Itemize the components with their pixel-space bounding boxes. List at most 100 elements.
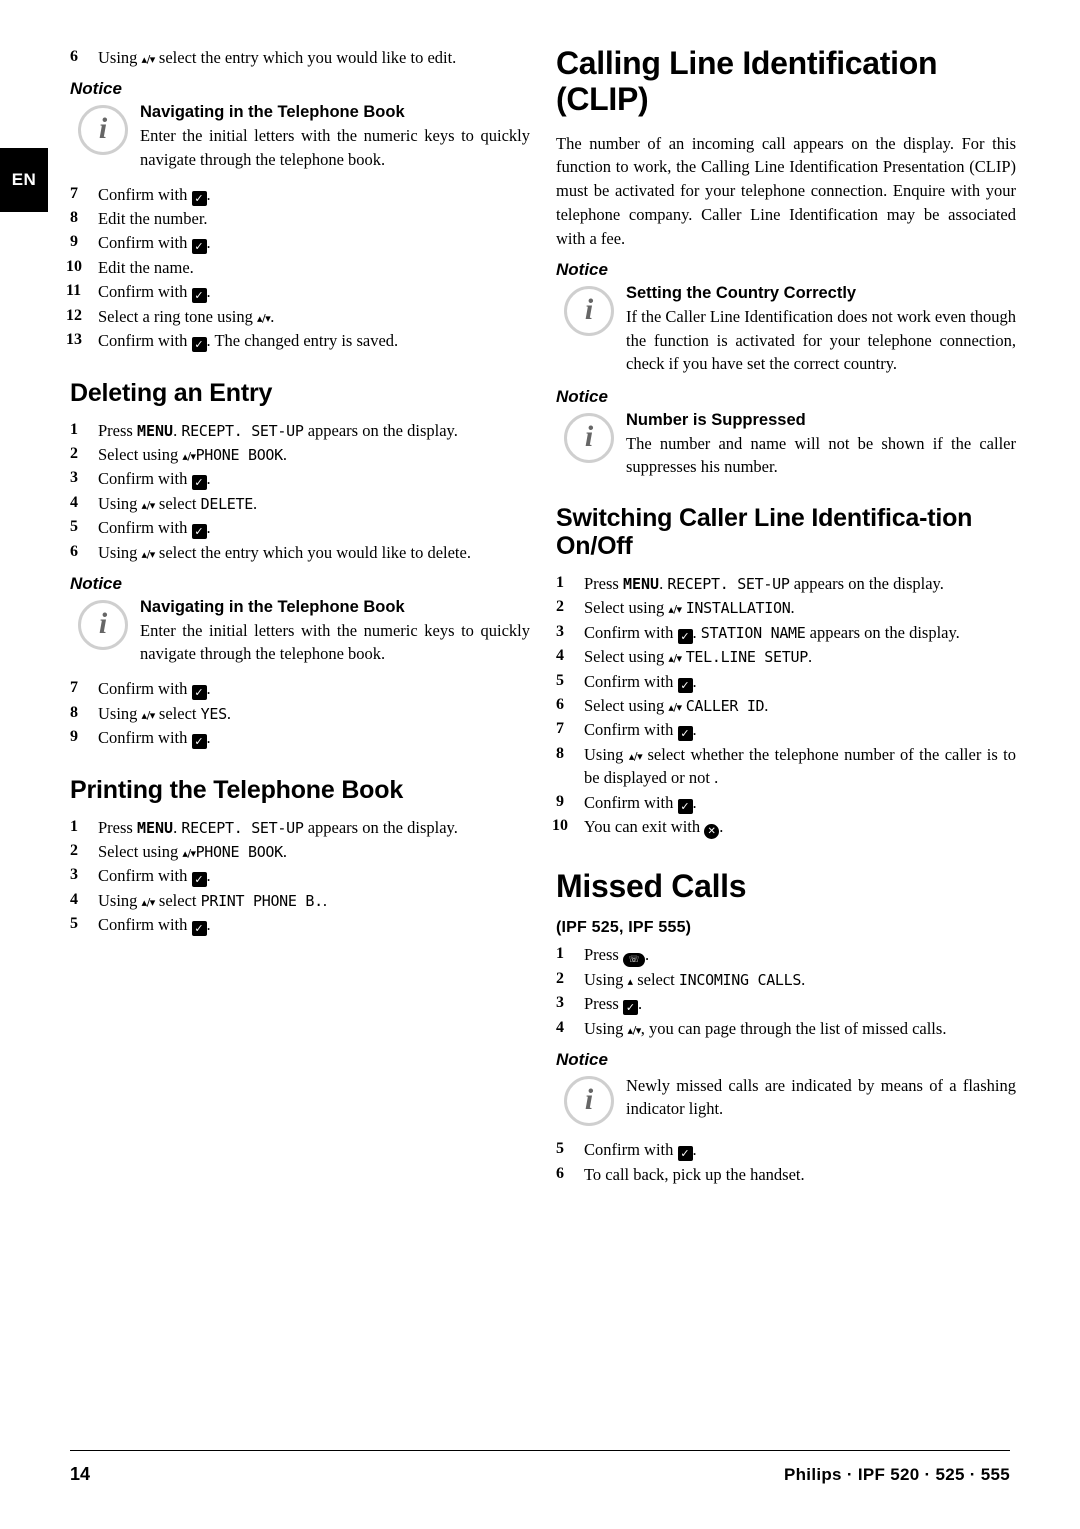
notice-label: Notice [556,260,608,280]
step-item: 5 Confirm with ✓. [556,670,1016,693]
left-column: 6 Using ▴/▾ select the entry which you w… [66,46,530,938]
up-down-arrow-icon: ▴/▾ [141,53,156,66]
step-text: Confirm with ✓. [98,184,211,206]
up-down-arrow-icon: ▴/▾ [182,846,196,860]
section-heading-switching: Switching Caller Line Identifica-tion On… [556,503,973,560]
info-icon: i [564,1076,614,1127]
step-item: 8 Using ▴/▾ select whether the telephone… [556,743,1016,790]
step-item: 6 To call back, pick up the handset. [556,1163,1016,1186]
step-item: 7 Confirm with ✓. [556,718,1016,742]
step-number: 5 [556,1140,564,1158]
step-text: Using ▴/▾, you can page through the list… [584,1018,947,1038]
ok-key-icon: ✓ [677,677,693,693]
step-text: Using ▴/▾ select whether the telephone n… [584,744,1017,788]
step-item: 12 Select a ring tone using ▴/▾. [66,305,530,328]
step-number: 9 [70,728,78,746]
notice-text: The number and name will not be shown if… [626,433,1016,476]
up-down-arrow-icon: ▴/▾ [668,700,682,714]
step-number: 8 [70,703,78,721]
display-text: CALLER ID [685,696,765,715]
step-number: 5 [70,915,78,933]
step-number: 2 [70,841,78,859]
info-icon: i [78,105,128,156]
step-text: Select using ▴/▾ CALLER ID. [584,695,769,715]
step-text: Using ▴/▾ select the entry which you wou… [98,542,471,562]
notice-text: Enter the initial letters with the numer… [140,126,530,169]
notice-title: Setting the Country Correctly [626,284,857,303]
step-number: 7 [556,720,564,738]
step-item: 3 Confirm with ✓. [70,467,530,491]
ok-key-icon: ✓ [191,734,207,750]
step-text: To call back, pick up the handset. [584,1164,805,1184]
chapter-heading-missed-calls: Missed Calls [556,868,747,905]
step-item: 13 Confirm with ✓. The changed entry is … [66,329,530,353]
up-down-arrow-icon: ▴/▾ [668,652,682,666]
notice-text: Enter the initial letters with the numer… [140,621,530,664]
step-item: 7 Confirm with ✓. [70,183,530,206]
step-text: You can exit with ✕. [584,817,724,840]
step-number: 9 [556,792,564,810]
section-heading-printing: Printing the Telephone Book [70,775,404,804]
display-text: RECEPT. SET-UP [667,574,790,593]
step-number: 8 [556,744,564,762]
ok-key-icon: ✓ [191,239,207,255]
display-text: TEL.LINE SETUP [685,648,809,667]
step-item: 8 Using ▴/▾ select YES. [70,702,530,725]
info-icon: i [78,600,128,651]
display-text: STATION NAME [700,623,806,642]
clip-intro-paragraph: The number of an incoming call appears o… [556,133,1016,248]
up-down-arrow-icon: ▴/▾ [141,498,156,512]
step-item: 8 Edit the number. [70,207,530,230]
step-item: 3 Press ✓. [556,992,1016,1016]
up-down-arrow-icon: ▴/▾ [141,547,156,561]
step-number: 5 [556,671,564,689]
step-number: 5 [70,518,78,536]
step-text: Confirm with ✓. [98,866,211,888]
display-text: RECEPT. SET-UP [181,421,304,440]
step-text: Press MENU. RECEPT. SET-UP appears on th… [98,817,458,837]
step-number: 12 [66,306,82,324]
step-item: 3 Confirm with ✓. STATION NAME appears o… [556,621,1016,644]
step-item: 10 You can exit with ✕. [552,815,1016,840]
notice-body: i Setting the Country Correctly If the C… [556,284,1016,374]
ok-key-icon: ✓ [677,1146,693,1162]
up-down-arrow-icon: ▴/▾ [141,895,156,909]
step-text: Confirm with ✓. [98,282,211,304]
step-number: 3 [70,469,78,487]
step-text: Using ▴/▾ select the entry which you wou… [98,48,457,67]
step-text: Using ▴/▾ select PRINT PHONE B.. [98,890,327,910]
ok-key-icon: ✓ [677,798,693,814]
step-item: 2 Using ▴ select INCOMING CALLS. [556,968,1016,991]
up-down-arrow-icon: ▴/▾ [627,1023,642,1037]
notice-label: Notice [556,1050,608,1070]
ok-key-icon: ✓ [191,685,207,701]
step-item: 6 Select using ▴/▾ CALLER ID. [556,694,1016,717]
step-number: 1 [556,944,564,962]
stop-key-icon: ✕ [704,824,720,840]
step-item: 1 Press ☏. [556,943,1016,967]
ok-key-icon: ✓ [191,921,207,937]
step-item: 4 Select using ▴/▾ TEL.LINE SETUP. [556,645,1016,668]
step-text: Using ▴/▾ select YES. [98,703,231,723]
notice-body: i Navigating in the Telephone Book Enter… [70,598,530,665]
step-item: 2 Select using ▴/▾ INSTALLATION. [556,596,1016,619]
step-number: 10 [552,817,568,835]
step-item: 2 Select using ▴/▾PHONE BOOK. [70,840,530,863]
footer-brand: Philips · IPF 520 · 525 · 555 [783,1465,1010,1484]
step-text: Select using ▴/▾PHONE BOOK. [98,841,288,861]
display-text: RECEPT. SET-UP [181,818,304,837]
step-text: Select a ring tone using ▴/▾. [98,306,275,326]
ok-key-icon: ✓ [191,337,207,353]
display-text: INCOMING CALLS [678,970,802,989]
step-number: 8 [70,209,78,227]
menu-key-label: MENU [136,818,174,837]
step-item: 6 Using ▴/▾ select the entry which you w… [70,46,530,69]
step-text: Confirm with ✓. [98,518,211,540]
right-column: Calling Line Identification (CLIP) The n… [552,45,1016,1187]
step-number: 1 [70,420,78,438]
menu-key-label: MENU [622,574,660,593]
notice-body: i Newly missed calls are indicated by me… [556,1074,1016,1127]
notice-block: Notice i Setting the Country Correctly I… [556,260,1016,374]
chapter-heading-clip: Calling Line Identification (CLIP) [556,45,938,117]
step-text: Confirm with ✓. [584,1140,697,1162]
